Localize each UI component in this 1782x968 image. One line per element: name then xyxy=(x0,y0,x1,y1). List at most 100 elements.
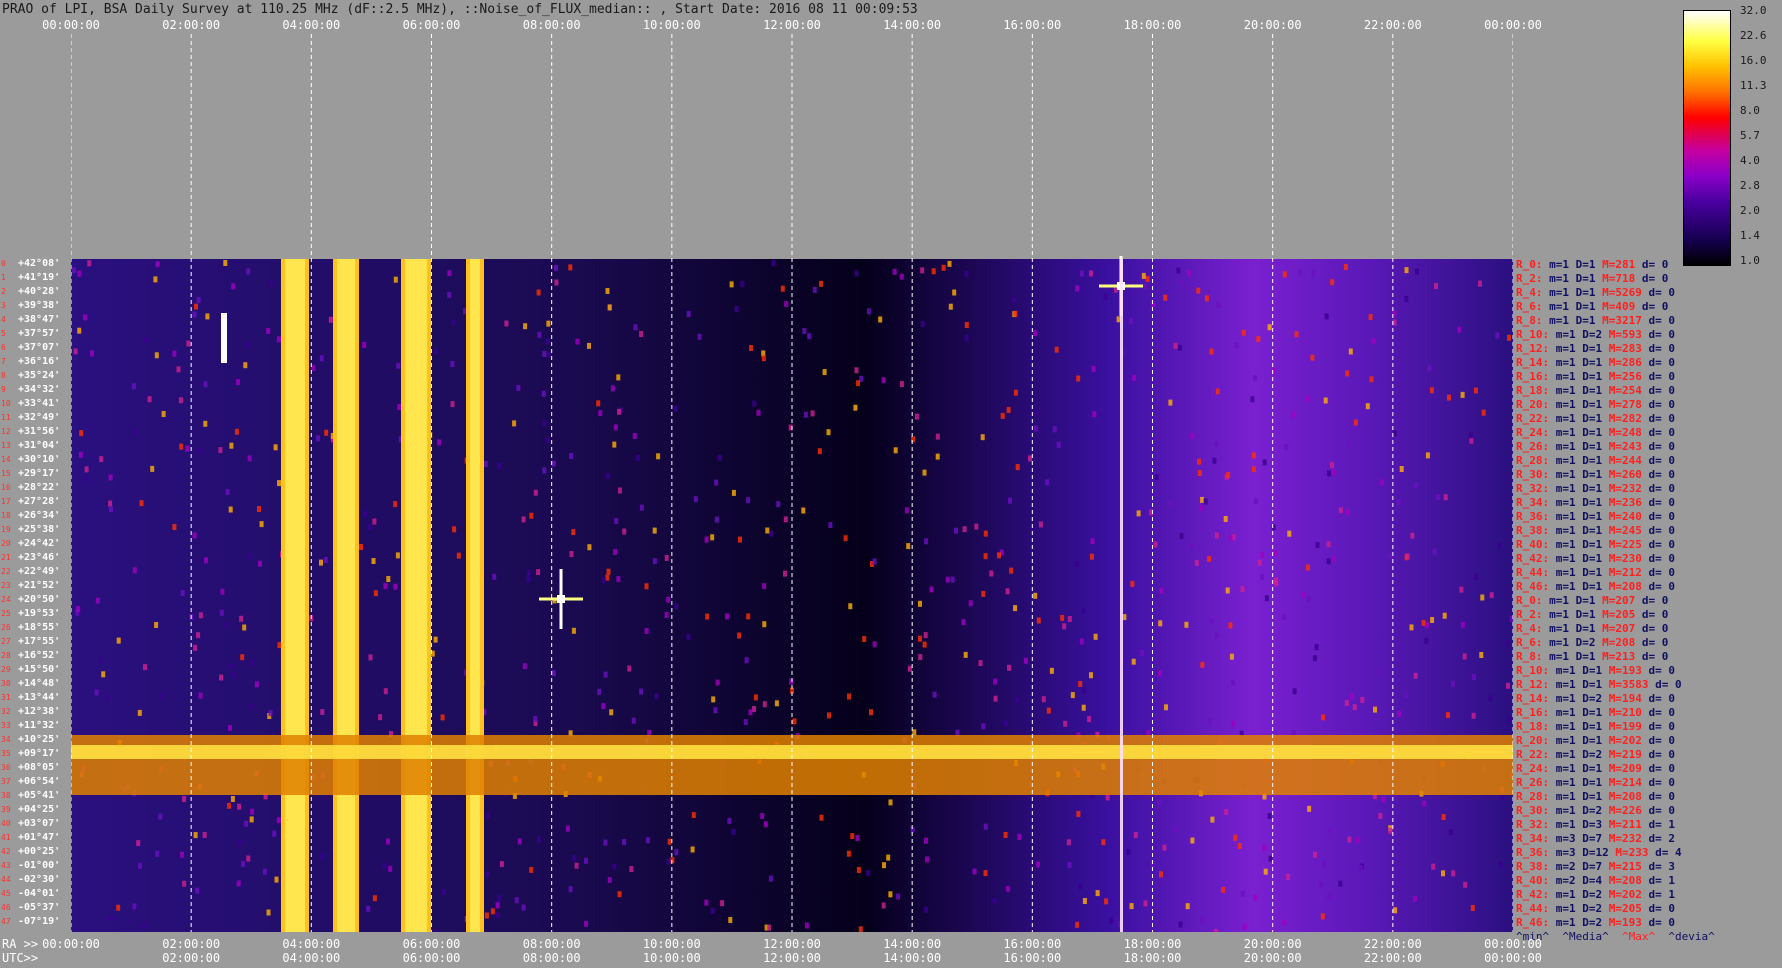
noise-pixel xyxy=(598,410,603,417)
noise-pixel xyxy=(1388,827,1393,834)
declination-label: +37°07' xyxy=(18,342,61,353)
noise-pixel xyxy=(664,554,669,561)
legend-item: ^Media^ xyxy=(1562,930,1609,943)
row-stat-median: D=2 xyxy=(1582,748,1603,761)
noise-pixel xyxy=(771,260,776,267)
noise-pixel xyxy=(1214,441,1219,448)
noise-pixel xyxy=(947,260,952,267)
declination-label: +41°19' xyxy=(18,272,61,283)
row-stat-dev: d= 0 xyxy=(1648,468,1676,481)
row-index: 12 xyxy=(1,427,11,436)
noise-pixel xyxy=(229,663,234,670)
noise-pixel xyxy=(386,838,390,845)
row-stat: R_26: m=1 D=1 M=214 d= 0 xyxy=(1516,776,1675,789)
noise-pixel xyxy=(497,462,502,469)
noise-pixel xyxy=(568,886,573,893)
noise-pixel xyxy=(95,597,100,604)
noise-pixel xyxy=(819,280,823,287)
noise-pixel xyxy=(254,681,259,688)
noise-pixel xyxy=(324,429,329,436)
noise-pixel xyxy=(1460,621,1465,628)
noise-pixel xyxy=(545,338,550,345)
noise-pixel xyxy=(83,314,88,321)
row-stat-median: D=1 xyxy=(1582,468,1603,481)
noise-pixel xyxy=(584,857,588,864)
noise-pixel xyxy=(704,899,709,906)
noise-pixel xyxy=(713,707,718,714)
row-stat-dev: d= 0 xyxy=(1648,748,1676,761)
row-stat-min: m=1 xyxy=(1555,678,1576,691)
noise-pixel xyxy=(1425,622,1430,629)
row-stat-max: M=202 xyxy=(1608,888,1642,901)
noise-pixel xyxy=(1330,462,1334,469)
noise-pixel xyxy=(1457,326,1462,333)
noise-pixel xyxy=(1481,409,1486,416)
noise-pixel xyxy=(893,447,898,454)
noise-pixel xyxy=(533,715,538,722)
row-index: 22 xyxy=(1,567,11,576)
noise-pixel xyxy=(1377,669,1382,676)
noise-pixel xyxy=(219,609,224,616)
row-stat-min: m=1 xyxy=(1555,734,1576,747)
noise-pixel xyxy=(917,635,922,642)
row-stat-median: D=1 xyxy=(1582,720,1603,733)
noise-pixel xyxy=(223,260,228,266)
noise-pixel xyxy=(450,401,455,408)
noise-pixel xyxy=(154,622,159,628)
row-index: 16 xyxy=(1,483,11,492)
noise-pixel xyxy=(866,869,871,876)
noise-pixel xyxy=(1319,882,1324,889)
noise-pixel xyxy=(1231,720,1236,727)
noise-pixel xyxy=(950,576,955,583)
row-index: 47 xyxy=(1,917,11,926)
noise-pixel xyxy=(1468,432,1473,439)
noise-pixel xyxy=(1446,712,1450,719)
declination-label: +16°52' xyxy=(18,650,61,661)
row-stat-median: D=1 xyxy=(1582,524,1603,537)
ra-tick-label: 14:00:00 xyxy=(883,937,942,951)
row-stat-max: M=3583 xyxy=(1608,678,1649,691)
noise-pixel xyxy=(801,507,806,514)
declination-label: +01°47' xyxy=(18,832,61,843)
row-stat-max: M=211 xyxy=(1608,818,1642,831)
noise-pixel xyxy=(1229,653,1234,660)
ra-tick-label: 18:00:00 xyxy=(1123,937,1182,951)
noise-pixel xyxy=(1063,720,1068,727)
row-stat-max: M=226 xyxy=(1608,804,1642,817)
row-stat-max: M=209 xyxy=(1608,762,1642,775)
noise-pixel xyxy=(616,576,621,583)
declination-label: +25°38' xyxy=(18,524,61,535)
noise-pixel xyxy=(1168,399,1173,406)
noise-pixel xyxy=(810,410,815,417)
noise-pixel xyxy=(631,717,636,724)
noise-pixel xyxy=(1471,674,1476,681)
noise-pixel xyxy=(1046,707,1051,714)
noise-pixel xyxy=(761,355,766,362)
noise-pixel xyxy=(1162,844,1167,851)
noise-pixel xyxy=(259,521,264,528)
row-stat-dev: d= 0 xyxy=(1641,258,1669,271)
noise-pixel xyxy=(603,671,608,678)
noise-pixel xyxy=(776,501,781,508)
noise-pixel xyxy=(888,891,893,898)
row-stat-min: m=1 xyxy=(1555,524,1576,537)
row-stat-dev: d= 0 xyxy=(1648,314,1676,327)
noise-pixel xyxy=(613,424,618,431)
declination-label: +14°48' xyxy=(18,678,61,689)
noise-pixel xyxy=(182,880,187,887)
noise-pixel xyxy=(596,400,601,407)
noise-pixel xyxy=(1133,832,1138,838)
row-stat-dev: d= 0 xyxy=(1641,300,1669,313)
noise-pixel xyxy=(1347,836,1352,843)
row-stat-label: R_34: xyxy=(1516,832,1550,845)
noise-pixel xyxy=(554,279,559,286)
row-stat-dev: d= 0 xyxy=(1648,762,1676,775)
noise-pixel xyxy=(1469,437,1474,444)
noise-pixel xyxy=(1090,538,1095,545)
noise-pixel xyxy=(1313,851,1317,858)
noise-pixel xyxy=(1081,607,1086,614)
row-stat: R_6: m=1 D=1 M=409 d= 0 xyxy=(1516,300,1668,313)
noise-pixel xyxy=(437,439,442,446)
row-index: 10 xyxy=(1,399,11,408)
noise-pixel xyxy=(172,350,177,357)
